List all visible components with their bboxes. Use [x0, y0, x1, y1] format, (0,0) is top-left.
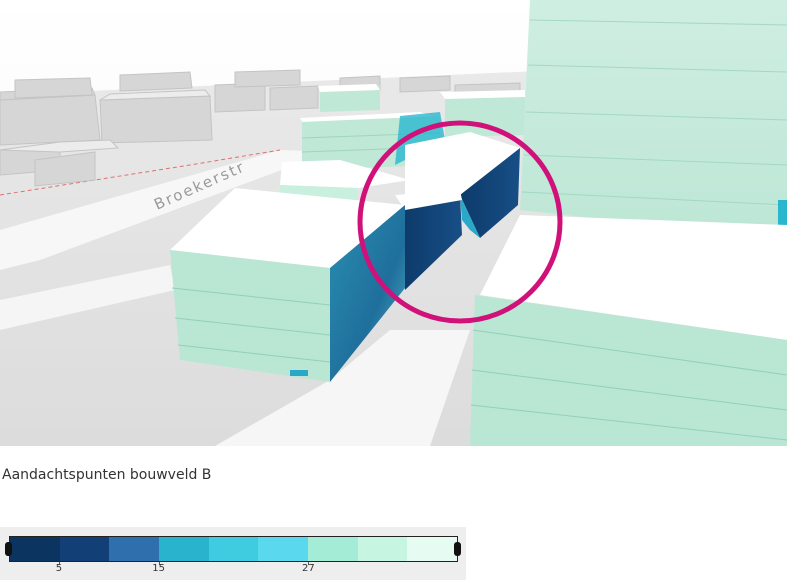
- 3d-map-viewport[interactable]: Broekerstr: [0, 0, 787, 446]
- figure-caption: Aandachtspunten bouwveld B: [2, 467, 212, 483]
- legend-swatch-9: [407, 537, 458, 561]
- legend-ticks: 5 15 27: [9, 562, 458, 580]
- legend-right-handle[interactable]: [454, 542, 461, 556]
- legend-swatch-5: [208, 537, 259, 561]
- legend-left-handle[interactable]: [5, 542, 12, 556]
- legend-swatch-1: [10, 537, 60, 561]
- legend-swatch-3: [109, 537, 160, 561]
- color-legend: 5 15 27: [0, 527, 466, 580]
- legend-tick-label: 5: [55, 563, 63, 574]
- building-podium-right: [470, 215, 787, 446]
- legend-color-bar: [9, 536, 458, 562]
- legend-swatch-7: [308, 537, 358, 561]
- legend-swatch-6: [258, 537, 309, 561]
- legend-swatch-2: [59, 537, 110, 561]
- legend-swatch-8: [357, 537, 408, 561]
- legend-swatch-4: [159, 537, 209, 561]
- legend-tick-label: 27: [301, 563, 315, 574]
- legend-tick-label: 15: [152, 563, 166, 574]
